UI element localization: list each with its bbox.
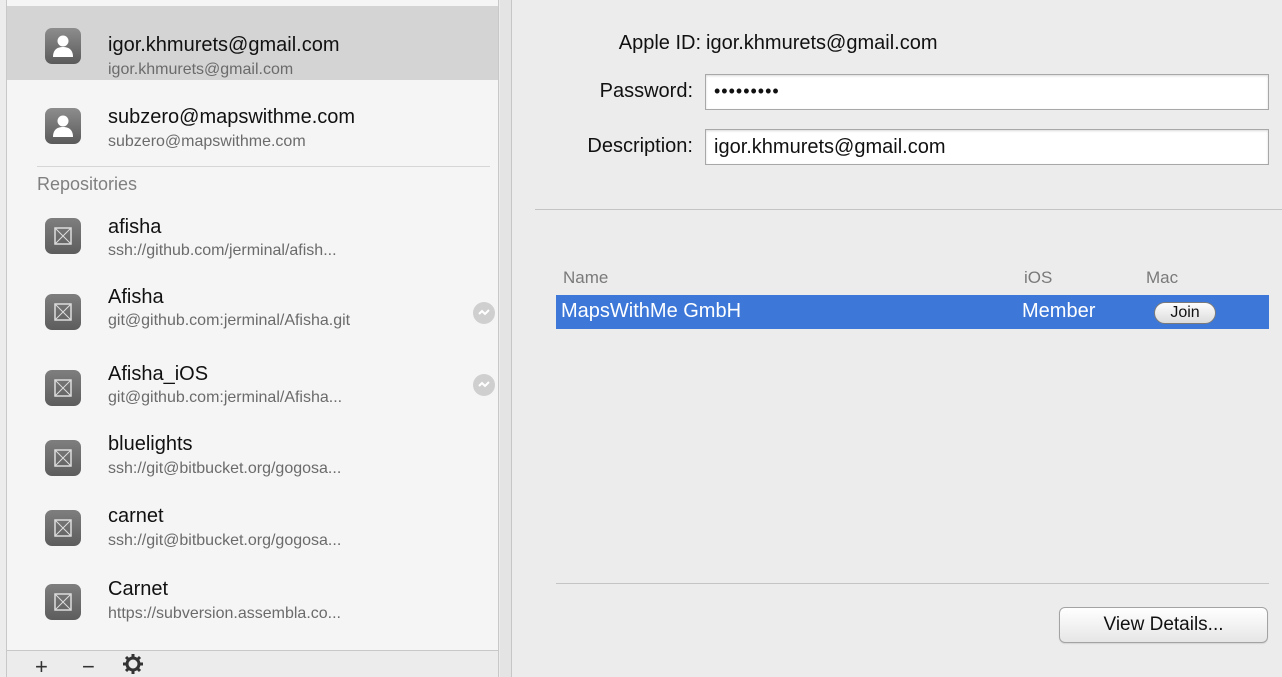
repository-row[interactable]: carnet ssh://git@bitbucket.org/gogosa... (7, 500, 498, 570)
account-subtitle: igor.khmurets@gmail.com (108, 61, 294, 78)
repositories-header: Repositories (37, 174, 138, 194)
join-button[interactable]: Join (1154, 302, 1216, 324)
section-divider (37, 166, 490, 167)
repository-title: Afisha_iOS (108, 363, 209, 385)
repository-title: bluelights (108, 433, 193, 455)
description-label: Description: (587, 135, 693, 157)
apple-id-label: Apple ID: (618, 32, 701, 54)
repository-url: ssh://git@bitbucket.org/gogosa... (108, 460, 342, 477)
add-button[interactable]: + (35, 656, 48, 677)
activity-icon[interactable] (473, 302, 495, 324)
description-field[interactable]: igor.khmurets@gmail.com (705, 129, 1269, 165)
column-header-ios[interactable]: iOS (1024, 268, 1052, 288)
repository-title: Carnet (108, 578, 169, 600)
repository-row[interactable]: Afisha_iOS git@github.com:jerminal/Afish… (7, 356, 498, 426)
account-row[interactable]: subzero@mapswithme.com subzero@mapswithm… (7, 92, 498, 166)
repository-url: https://subversion.assembla.co... (108, 605, 341, 622)
repository-icon (45, 370, 81, 406)
repository-title: afisha (108, 216, 162, 238)
repository-row[interactable]: afisha ssh://github.com/jerminal/afish..… (7, 206, 498, 276)
repository-title: carnet (108, 505, 164, 527)
team-ios-role: Member (1022, 300, 1096, 322)
accounts-list[interactable]: igor.khmurets@gmail.com igor.khmurets@gm… (6, 0, 499, 650)
repository-row[interactable]: bluelights ssh://git@bitbucket.org/gogos… (7, 428, 498, 498)
repository-icon (45, 294, 81, 330)
account-detail-panel: Apple ID: igor.khmurets@gmail.com Passwo… (513, 0, 1282, 677)
repository-icon (45, 584, 81, 620)
activity-icon[interactable] (473, 374, 495, 396)
repository-url: ssh://git@bitbucket.org/gogosa... (108, 532, 342, 549)
team-name: MapsWithMe GmbH (561, 300, 742, 322)
repository-url: ssh://github.com/jerminal/afish... (108, 242, 337, 259)
repository-url: git@github.com:jerminal/Afisha... (108, 389, 343, 406)
sidebar: igor.khmurets@gmail.com igor.khmurets@gm… (0, 0, 500, 677)
account-title: igor.khmurets@gmail.com (108, 34, 340, 56)
account-title: subzero@mapswithme.com (108, 106, 356, 128)
repository-icon (45, 440, 81, 476)
account-subtitle: subzero@mapswithme.com (108, 133, 306, 150)
repository-icon (45, 218, 81, 254)
repository-row[interactable]: Afisha git@github.com:jerminal/Afisha.gi… (7, 278, 498, 348)
account-row[interactable]: igor.khmurets@gmail.com igor.khmurets@gm… (7, 6, 498, 80)
password-label: Password: (599, 80, 693, 102)
repository-row[interactable]: Carnet https://subversion.assembla.co... (7, 572, 498, 642)
repository-title: Afisha (108, 286, 164, 308)
gear-icon[interactable] (122, 653, 144, 677)
split-view-divider[interactable] (500, 0, 512, 677)
column-header-mac[interactable]: Mac (1146, 268, 1178, 288)
column-header-name[interactable]: Name (563, 268, 608, 288)
section-separator (535, 209, 1282, 210)
password-field[interactable]: ••••••••• (705, 74, 1269, 110)
apple-id-value: igor.khmurets@gmail.com (706, 32, 938, 54)
table-bottom-separator (556, 583, 1269, 584)
remove-button[interactable]: − (82, 656, 95, 677)
repository-icon (45, 510, 81, 546)
view-details-button[interactable]: View Details... (1059, 607, 1268, 643)
person-icon (45, 108, 81, 144)
sidebar-footer: + − (6, 650, 499, 677)
person-icon (45, 28, 81, 64)
repository-url: git@github.com:jerminal/Afisha.git (108, 312, 351, 329)
table-row[interactable]: MapsWithMe GmbH Member Join (556, 295, 1269, 329)
